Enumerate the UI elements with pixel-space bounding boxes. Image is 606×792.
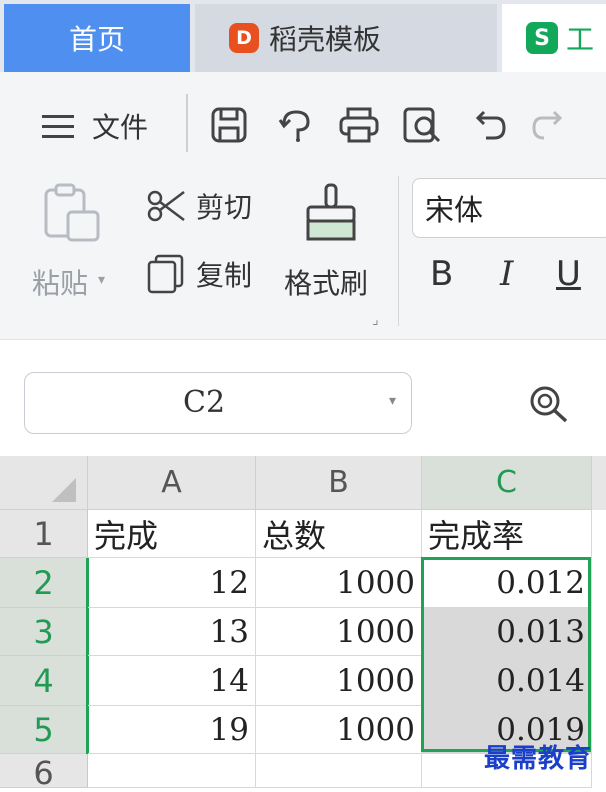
row-header-3[interactable]: 3: [0, 608, 88, 656]
cut-label: 剪切: [196, 191, 253, 224]
cell-b5[interactable]: 1000: [256, 706, 422, 754]
clipboard-dialog-launcher-icon[interactable]: ⌟: [372, 312, 379, 328]
export-icon[interactable]: [276, 106, 316, 144]
copy-button[interactable]: 复制: [146, 254, 252, 294]
tab-bar: 首页 D 稻壳模板 S 工: [0, 0, 606, 72]
cell-b2[interactable]: 1000: [256, 558, 422, 608]
copy-label: 复制: [196, 259, 253, 292]
column-header-c[interactable]: C: [422, 456, 592, 510]
tab-spreadsheet[interactable]: S 工: [502, 4, 606, 72]
cell-a5[interactable]: 19: [88, 706, 256, 754]
cell-b6[interactable]: [256, 754, 422, 788]
tab-template-label: 稻壳模板: [269, 23, 382, 56]
file-menu-button[interactable]: 文件: [40, 106, 148, 146]
tab-spreadsheet-label: 工: [566, 23, 595, 56]
select-all-triangle-icon: [52, 478, 76, 502]
font-name-value: 宋体: [425, 193, 484, 227]
paste-label: 粘贴: [32, 267, 89, 300]
format-painter-brush-icon: [306, 183, 356, 241]
name-box[interactable]: C2 ▾: [24, 372, 412, 434]
bold-button[interactable]: B: [430, 254, 453, 294]
cell-a6[interactable]: [88, 754, 256, 788]
save-icon[interactable]: [210, 106, 250, 144]
tab-home[interactable]: 首页: [4, 4, 190, 72]
cell-b4[interactable]: 1000: [256, 656, 422, 706]
paste-button[interactable]: 粘贴 ▾: [26, 182, 126, 322]
cell-c1[interactable]: 完成率: [422, 510, 592, 558]
scissors-icon: [147, 190, 185, 222]
tab-home-label: 首页: [68, 23, 125, 56]
group-divider: [398, 176, 399, 326]
select-all-corner[interactable]: [0, 456, 88, 510]
row-header-6[interactable]: 6: [0, 754, 88, 792]
file-menu-label: 文件: [92, 111, 149, 144]
cell-b1[interactable]: 总数: [256, 510, 422, 558]
row-header-4[interactable]: 4: [0, 656, 88, 706]
cell-a1[interactable]: 完成: [88, 510, 256, 558]
print-icon[interactable]: [338, 106, 380, 144]
toolbar-divider: [186, 94, 188, 152]
name-box-dropdown-icon[interactable]: ▾: [389, 393, 396, 409]
format-painter-button[interactable]: 格式刷: [282, 182, 386, 322]
cut-button[interactable]: 剪切: [146, 186, 252, 226]
spreadsheet-logo-icon: S: [526, 22, 558, 54]
row-header-1[interactable]: 1: [0, 510, 88, 558]
ribbon-toolbar: 文件 粘贴 ▾ 剪切 复制 格式刷 ⌟ 宋体 B I U: [0, 72, 606, 340]
paste-dropdown-icon[interactable]: ▾: [98, 272, 105, 288]
cell-b3[interactable]: 1000: [256, 608, 422, 656]
underline-button[interactable]: U: [556, 254, 581, 294]
column-header-b[interactable]: B: [256, 456, 422, 510]
row-header-5[interactable]: 5: [0, 706, 88, 754]
docer-logo-icon: D: [229, 23, 259, 53]
watermark-text: 最需教育: [484, 744, 593, 774]
format-painter-label: 格式刷: [284, 267, 369, 300]
zoom-search-icon[interactable]: [528, 384, 574, 424]
cell-a3[interactable]: 13: [88, 608, 256, 656]
font-name-select[interactable]: 宋体: [412, 178, 606, 238]
italic-button[interactable]: I: [500, 254, 513, 294]
paste-clipboard-icon: [44, 183, 100, 242]
redo-icon[interactable]: [530, 108, 568, 142]
name-box-value: C2: [183, 385, 226, 420]
print-preview-icon[interactable]: [402, 106, 444, 144]
column-header-d-partial[interactable]: [592, 456, 606, 510]
copy-icon: [147, 254, 184, 294]
row-header-2[interactable]: 2: [0, 558, 88, 608]
tab-docer-template[interactable]: D 稻壳模板: [195, 4, 497, 72]
undo-icon[interactable]: [470, 108, 508, 142]
cell-a4[interactable]: 14: [88, 656, 256, 706]
column-header-a[interactable]: A: [88, 456, 256, 510]
hamburger-icon: [42, 115, 74, 138]
selection-range-outline: [421, 557, 591, 752]
cell-a2[interactable]: 12: [88, 558, 256, 608]
